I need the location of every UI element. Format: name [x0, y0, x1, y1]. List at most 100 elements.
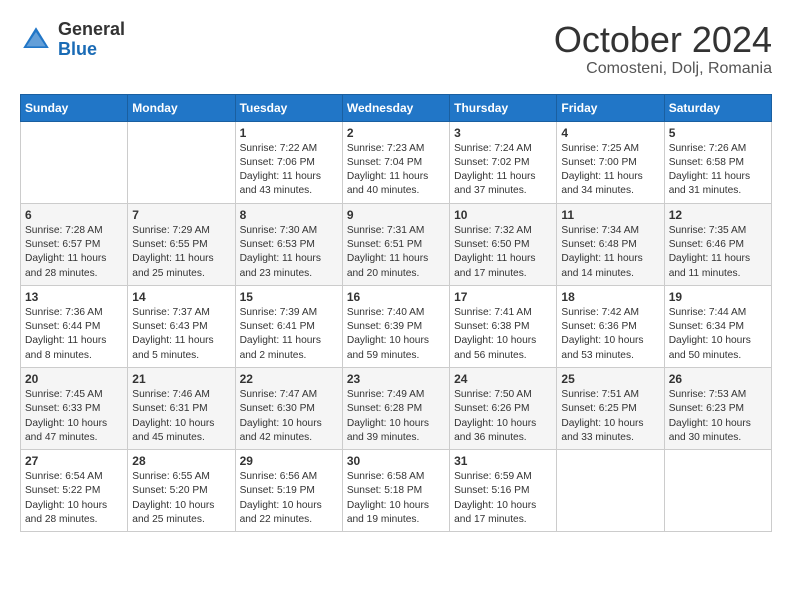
- day-content: Sunrise: 7:25 AM Sunset: 7:00 PM Dayligh…: [561, 142, 659, 199]
- day-content: Sunrise: 6:55 AM Sunset: 5:20 PM Dayligh…: [132, 470, 230, 527]
- day-number: 14: [132, 290, 230, 304]
- calendar-cell: 21 Sunrise: 7:46 AM Sunset: 6:31 PM Dayli…: [128, 367, 235, 449]
- day-content: Sunrise: 7:23 AM Sunset: 7:04 PM Dayligh…: [347, 142, 445, 199]
- day-content: Sunrise: 7:47 AM Sunset: 6:30 PM Dayligh…: [240, 388, 338, 445]
- header-day-monday: Monday: [128, 94, 235, 121]
- calendar-cell: 3 Sunrise: 7:24 AM Sunset: 7:02 PM Daylig…: [450, 121, 557, 203]
- day-number: 28: [132, 454, 230, 468]
- day-number: 27: [25, 454, 123, 468]
- day-content: Sunrise: 7:39 AM Sunset: 6:41 PM Dayligh…: [240, 306, 338, 363]
- day-number: 21: [132, 372, 230, 386]
- calendar-cell: 13 Sunrise: 7:36 AM Sunset: 6:44 PM Dayli…: [21, 285, 128, 367]
- calendar-title: October 2024: [554, 20, 772, 60]
- day-content: Sunrise: 7:42 AM Sunset: 6:36 PM Dayligh…: [561, 306, 659, 363]
- calendar-cell: 9 Sunrise: 7:31 AM Sunset: 6:51 PM Daylig…: [342, 203, 449, 285]
- day-content: Sunrise: 7:41 AM Sunset: 6:38 PM Dayligh…: [454, 306, 552, 363]
- header-day-friday: Friday: [557, 94, 664, 121]
- logo-blue: Blue: [58, 40, 125, 60]
- day-number: 4: [561, 126, 659, 140]
- day-number: 2: [347, 126, 445, 140]
- day-content: Sunrise: 7:36 AM Sunset: 6:44 PM Dayligh…: [25, 306, 123, 363]
- day-content: Sunrise: 7:46 AM Sunset: 6:31 PM Dayligh…: [132, 388, 230, 445]
- calendar-cell: 24 Sunrise: 7:50 AM Sunset: 6:26 PM Dayli…: [450, 367, 557, 449]
- calendar-week-2: 6Sunrise: 7:28 AM Sunset: 6:57 PM Daylig…: [21, 203, 772, 285]
- header-day-thursday: Thursday: [450, 94, 557, 121]
- logo-icon: [20, 24, 52, 56]
- calendar-cell: 16Sunrise: 7:40 AM Sunset: 6:39 PM Dayli…: [342, 285, 449, 367]
- calendar-cell: 8 Sunrise: 7:30 AM Sunset: 6:53 PM Daylig…: [235, 203, 342, 285]
- day-number: 20: [25, 372, 123, 386]
- calendar-cell: [664, 450, 771, 532]
- calendar-cell: 7 Sunrise: 7:29 AM Sunset: 6:55 PM Daylig…: [128, 203, 235, 285]
- day-content: Sunrise: 7:34 AM Sunset: 6:48 PM Dayligh…: [561, 224, 659, 281]
- day-content: Sunrise: 7:31 AM Sunset: 6:51 PM Dayligh…: [347, 224, 445, 281]
- calendar-cell: 1 Sunrise: 7:22 AM Sunset: 7:06 PM Daylig…: [235, 121, 342, 203]
- day-content: Sunrise: 7:51 AM Sunset: 6:25 PM Dayligh…: [561, 388, 659, 445]
- header-day-sunday: Sunday: [21, 94, 128, 121]
- day-number: 3: [454, 126, 552, 140]
- title-block: October 2024 Comosteni, Dolj, Romania: [554, 20, 772, 78]
- calendar-cell: 30Sunrise: 6:58 AM Sunset: 5:18 PM Dayli…: [342, 450, 449, 532]
- day-number: 10: [454, 208, 552, 222]
- day-content: Sunrise: 7:24 AM Sunset: 7:02 PM Dayligh…: [454, 142, 552, 199]
- day-number: 12: [669, 208, 767, 222]
- day-number: 6: [25, 208, 123, 222]
- logo: General Blue: [20, 20, 125, 60]
- logo-general: General: [58, 20, 125, 40]
- day-content: Sunrise: 7:29 AM Sunset: 6:55 PM Dayligh…: [132, 224, 230, 281]
- calendar-cell: 20 Sunrise: 7:45 AM Sunset: 6:33 PM Dayli…: [21, 367, 128, 449]
- day-content: Sunrise: 7:30 AM Sunset: 6:53 PM Dayligh…: [240, 224, 338, 281]
- day-content: Sunrise: 7:44 AM Sunset: 6:34 PM Dayligh…: [669, 306, 767, 363]
- day-number: 8: [240, 208, 338, 222]
- calendar-week-5: 27Sunrise: 6:54 AM Sunset: 5:22 PM Dayli…: [21, 450, 772, 532]
- day-content: Sunrise: 7:37 AM Sunset: 6:43 PM Dayligh…: [132, 306, 230, 363]
- calendar-cell: 22 Sunrise: 7:47 AM Sunset: 6:30 PM Dayli…: [235, 367, 342, 449]
- day-content: Sunrise: 6:56 AM Sunset: 5:19 PM Dayligh…: [240, 470, 338, 527]
- day-number: 11: [561, 208, 659, 222]
- day-content: Sunrise: 7:53 AM Sunset: 6:23 PM Dayligh…: [669, 388, 767, 445]
- calendar-cell: 19 Sunrise: 7:44 AM Sunset: 6:34 PM Dayli…: [664, 285, 771, 367]
- day-content: Sunrise: 6:59 AM Sunset: 5:16 PM Dayligh…: [454, 470, 552, 527]
- calendar-cell: [128, 121, 235, 203]
- calendar-location: Comosteni, Dolj, Romania: [554, 60, 772, 78]
- calendar-week-3: 13 Sunrise: 7:36 AM Sunset: 6:44 PM Dayli…: [21, 285, 772, 367]
- day-number: 24: [454, 372, 552, 386]
- calendar-cell: 29Sunrise: 6:56 AM Sunset: 5:19 PM Dayli…: [235, 450, 342, 532]
- calendar-cell: 18 Sunrise: 7:42 AM Sunset: 6:36 PM Dayli…: [557, 285, 664, 367]
- calendar-cell: [557, 450, 664, 532]
- day-number: 25: [561, 372, 659, 386]
- day-number: 13: [25, 290, 123, 304]
- header-row: SundayMondayTuesdayWednesdayThursdayFrid…: [21, 94, 772, 121]
- calendar-cell: 5Sunrise: 7:26 AM Sunset: 6:58 PM Daylig…: [664, 121, 771, 203]
- calendar-cell: 10Sunrise: 7:32 AM Sunset: 6:50 PM Dayli…: [450, 203, 557, 285]
- day-content: Sunrise: 7:45 AM Sunset: 6:33 PM Dayligh…: [25, 388, 123, 445]
- day-content: Sunrise: 7:22 AM Sunset: 7:06 PM Dayligh…: [240, 142, 338, 199]
- day-number: 1: [240, 126, 338, 140]
- day-content: Sunrise: 7:50 AM Sunset: 6:26 PM Dayligh…: [454, 388, 552, 445]
- calendar-week-1: 1 Sunrise: 7:22 AM Sunset: 7:06 PM Daylig…: [21, 121, 772, 203]
- day-content: Sunrise: 7:49 AM Sunset: 6:28 PM Dayligh…: [347, 388, 445, 445]
- day-number: 7: [132, 208, 230, 222]
- calendar-cell: 17 Sunrise: 7:41 AM Sunset: 6:38 PM Dayli…: [450, 285, 557, 367]
- day-number: 22: [240, 372, 338, 386]
- calendar-cell: 4 Sunrise: 7:25 AM Sunset: 7:00 PM Daylig…: [557, 121, 664, 203]
- day-number: 9: [347, 208, 445, 222]
- calendar-cell: 14 Sunrise: 7:37 AM Sunset: 6:43 PM Dayli…: [128, 285, 235, 367]
- day-number: 19: [669, 290, 767, 304]
- day-number: 15: [240, 290, 338, 304]
- calendar-cell: 12Sunrise: 7:35 AM Sunset: 6:46 PM Dayli…: [664, 203, 771, 285]
- calendar-week-4: 20 Sunrise: 7:45 AM Sunset: 6:33 PM Dayli…: [21, 367, 772, 449]
- header-day-saturday: Saturday: [664, 94, 771, 121]
- calendar-cell: 26Sunrise: 7:53 AM Sunset: 6:23 PM Dayli…: [664, 367, 771, 449]
- calendar-header: SundayMondayTuesdayWednesdayThursdayFrid…: [21, 94, 772, 121]
- logo-text: General Blue: [58, 20, 125, 60]
- page-header: General Blue October 2024 Comosteni, Dol…: [20, 20, 772, 78]
- day-number: 18: [561, 290, 659, 304]
- calendar-cell: 25 Sunrise: 7:51 AM Sunset: 6:25 PM Dayli…: [557, 367, 664, 449]
- calendar-cell: 11 Sunrise: 7:34 AM Sunset: 6:48 PM Dayli…: [557, 203, 664, 285]
- day-number: 23: [347, 372, 445, 386]
- calendar-cell: 15 Sunrise: 7:39 AM Sunset: 6:41 PM Dayli…: [235, 285, 342, 367]
- calendar-cell: 27Sunrise: 6:54 AM Sunset: 5:22 PM Dayli…: [21, 450, 128, 532]
- day-number: 17: [454, 290, 552, 304]
- day-number: 31: [454, 454, 552, 468]
